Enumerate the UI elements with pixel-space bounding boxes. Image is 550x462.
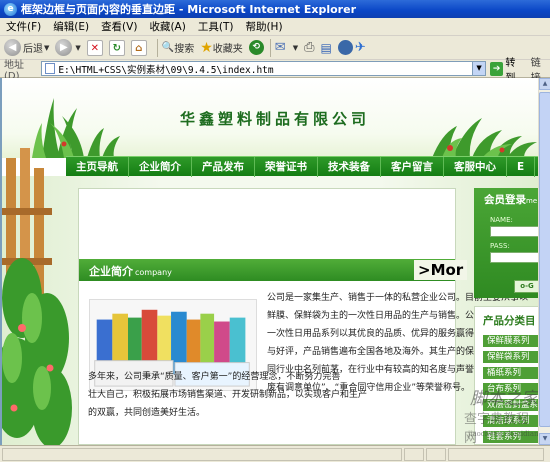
ie-icon: e (4, 2, 17, 16)
pass-label: PASS: (490, 242, 510, 250)
edit-icon[interactable]: ▤ (321, 41, 332, 55)
name-label: NAME: (490, 216, 513, 224)
nav-more[interactable]: E (507, 156, 536, 177)
window-title: 框架边框与页面内容的垂直边距 - Microsoft Internet Expl… (21, 3, 356, 16)
watermark-line-1: 脚本之家 (470, 389, 538, 409)
scroll-thumb[interactable] (539, 92, 550, 427)
status-cell (426, 447, 446, 461)
password-input[interactable] (490, 252, 538, 263)
nav-service[interactable]: 客服中心 (444, 156, 507, 177)
go-arrow-icon: ➔ (489, 61, 504, 76)
nav-home[interactable]: 主页导航 (66, 156, 129, 177)
search-label: 搜索 (174, 44, 195, 55)
intro-line: 一次性日用品系列以其优良的品质、优异的服务赢得广大客户的一致认 (267, 329, 538, 339)
forward-arrow-icon: ▶ (55, 39, 73, 56)
search-button[interactable]: 🔍 搜索 (162, 40, 194, 55)
chevron-down-icon[interactable]: ▼ (75, 44, 80, 52)
favorites-button[interactable]: ★ 收藏夹 (200, 40, 243, 56)
name-input[interactable] (490, 226, 538, 237)
address-input[interactable]: E:\HTML+CSS\实例素材\09\9.4.5\index.htm (41, 61, 474, 76)
scroll-down-icon[interactable]: ▼ (539, 433, 550, 445)
intro-paragraph-2: 多年来，公司秉承“质量、客户第一”的经营理念，不断努力完善 壮大自己，积极拓展市… (88, 368, 454, 422)
intro-line: 的双赢，共同创造美好生活。 (88, 408, 206, 418)
toolbar-separator (269, 38, 271, 57)
site-nav: 主页导航 企业简介 产品发布 荣誉证书 技术装备 客户留言 客服中心 E (66, 156, 538, 177)
star-icon: ★ (200, 39, 213, 56)
site-title: 华鑫塑料制品有限公司 (180, 110, 371, 128)
menu-bar: 文件(F) 编辑(E) 查看(V) 收藏(A) 工具(T) 帮助(H) (0, 18, 550, 36)
refresh-icon[interactable]: ↻ (108, 39, 125, 56)
login-button[interactable]: o-G (514, 280, 538, 293)
chevron-down-icon[interactable]: ▼ (44, 44, 49, 52)
chevron-down-icon[interactable]: ▼ (472, 61, 486, 76)
category-item[interactable]: 保鲜膜系列 (483, 335, 538, 347)
login-box: 会员登录me NAME: PASS: o-G (474, 188, 538, 298)
menu-help[interactable]: 帮助(H) (245, 19, 282, 34)
address-bar: 地址(D) E:\HTML+CSS\实例素材\09\9.4.5\index.ht… (0, 58, 550, 84)
watermark-line-2: 查字典教程网 (464, 412, 530, 445)
chevron-down-icon[interactable]: ▼ (293, 44, 298, 52)
mail-icon[interactable]: ✉ (275, 40, 286, 55)
back-arrow-icon: ◀ (4, 39, 21, 56)
ie-window: e 框架边框与页面内容的垂直边距 - Microsoft Internet Ex… (0, 0, 550, 462)
messenger-icon[interactable] (337, 40, 353, 55)
nav-company[interactable]: 企业简介 (129, 156, 192, 177)
status-zone-cell (448, 447, 544, 461)
print-icon[interactable]: ⎙ (304, 40, 314, 55)
menu-edit[interactable]: 编辑(E) (53, 19, 89, 34)
intro-line: 公司是一家集生产、销售于一体的私营企业公司。目前主要从事以 (267, 293, 529, 303)
intro-line: 多年来，公司秉承“质量、客户第一”的经营理念，不断努力完善 (88, 372, 341, 382)
back-label: 后退 (23, 44, 43, 55)
watermark: 脚本之家 查字典教程网 jiaocheng.chazidian.com (464, 378, 538, 445)
intro-line: 壮大自己，积极拓展市场销售渠道、开发研制新品，以实现客户和生产 (88, 390, 368, 400)
forward-button[interactable]: ▶ ▼ (55, 39, 81, 56)
fence-plant-decoration (2, 148, 72, 445)
menu-favorites[interactable]: 收藏(A) (149, 19, 185, 34)
vertical-scrollbar[interactable]: ▲ ▼ (538, 78, 550, 445)
status-cell (404, 447, 424, 461)
status-text-cell (2, 447, 402, 461)
back-button[interactable]: ◀ 后退 ▼ (4, 39, 49, 56)
nav-equipment[interactable]: 技术装备 (318, 156, 381, 177)
nav-messages[interactable]: 客户留言 (381, 156, 444, 177)
research-icon[interactable]: ✈ (355, 40, 366, 55)
watermark-line-3: jiaocheng.chazidian.com (468, 430, 538, 438)
home-icon[interactable]: ⌂ (130, 39, 147, 56)
favorites-label: 收藏夹 (212, 44, 243, 55)
login-title: 会员登录me (484, 194, 538, 206)
intro-title: 企业简介 company (89, 265, 172, 278)
nav-honors[interactable]: 荣誉证书 (255, 156, 318, 177)
toolbar: ◀ 后退 ▼ ▶ ▼ ✕ ↻ ⌂ 🔍 搜索 ★ 收藏夹 ⟲ ✉ ▼ ⎙ ▤ ✈ (0, 36, 550, 60)
menu-view[interactable]: 查看(V) (101, 19, 137, 34)
page-icon (45, 63, 56, 74)
toolbar-separator (156, 38, 158, 57)
status-bar (0, 445, 550, 462)
nav-products[interactable]: 产品发布 (192, 156, 255, 177)
intro-line: 鲜膜、保鲜袋为主的一次性日用品的生产与销售。公司生产的“新迪 (267, 311, 533, 321)
category-title: 产品分类目 (483, 315, 536, 327)
intro-line: 与好评，产品销售遍布全国各地及海外。其生产的保鲜膜的品质、数量 (267, 347, 538, 357)
category-item[interactable]: 保鲜袋系列 (483, 351, 538, 363)
stop-icon[interactable]: ✕ (86, 39, 103, 56)
more-link[interactable]: >Mor (414, 260, 468, 280)
menu-file[interactable]: 文件(F) (6, 19, 41, 34)
intro-panel-header: 企业简介 company >Mor (79, 259, 468, 281)
scroll-up-icon[interactable]: ▲ (539, 78, 550, 90)
menu-tools[interactable]: 工具(T) (198, 19, 234, 34)
history-icon[interactable]: ⟲ (248, 40, 264, 55)
address-url: E:\HTML+CSS\实例素材\09\9.4.5\index.htm (58, 64, 274, 76)
page-viewport[interactable]: 华鑫塑料制品有限公司 主页导航 企业简介 产品发布 荣誉证书 技术装备 客户留言… (0, 78, 538, 445)
search-icon: 🔍 (161, 42, 175, 53)
title-bar[interactable]: e 框架边框与页面内容的垂直边距 - Microsoft Internet Ex… (0, 0, 550, 18)
